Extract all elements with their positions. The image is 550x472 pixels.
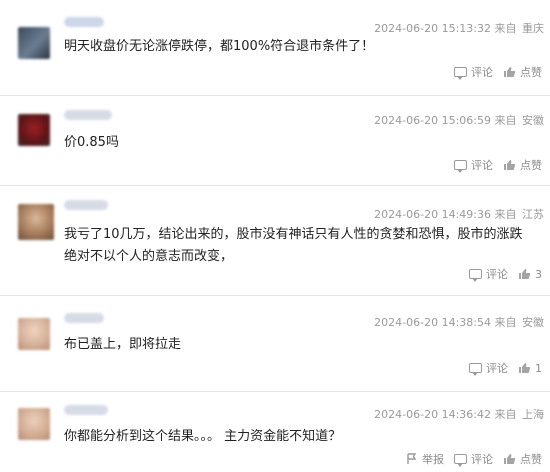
location: 江苏 <box>522 208 544 221</box>
comment-meta: 2024-06-20 14:38:54 来自 安徽 <box>374 314 544 330</box>
report-flag-icon <box>407 453 417 464</box>
comment-button[interactable]: 评论 <box>469 266 508 282</box>
avatar[interactable] <box>18 114 50 146</box>
comment-text: 明天收盘价无论涨停跌停，都100%符合退市条件了！ <box>64 39 375 54</box>
username[interactable] <box>64 200 108 210</box>
comment-item: 2024-06-20 15:13:32 来自 重庆 明天收盘价无论涨停跌停，都1… <box>0 0 550 96</box>
like-label: 点赞 <box>520 159 542 172</box>
comment-item: 2024-06-20 14:38:54 来自 安徽 布已盖上，即将拉走 评论 1 <box>0 296 550 392</box>
like-button[interactable]: 3 <box>518 268 542 281</box>
comment-actions: 评论 点赞 <box>454 64 542 80</box>
avatar[interactable] <box>18 27 50 59</box>
timestamp: 2024-06-20 14:49:36 <box>374 208 491 221</box>
comment-item: 2024-06-20 14:36:42 来自 上海 你都能分析到这个结果。。。 … <box>0 392 550 472</box>
like-button[interactable]: 点赞 <box>503 451 542 467</box>
username[interactable] <box>64 405 108 415</box>
username[interactable] <box>64 110 112 120</box>
timestamp: 2024-06-20 14:36:42 <box>374 408 491 421</box>
comment-bubble-icon <box>454 67 467 80</box>
location: 安徽 <box>522 316 544 329</box>
like-count: 1 <box>535 361 542 375</box>
thumbs-up-icon <box>504 454 516 464</box>
comment-meta: 2024-06-20 15:06:59 来自 安徽 <box>374 112 544 128</box>
comment-item: 2024-06-20 14:49:36 来自 江苏 我亏了10几万，结论出来的，… <box>0 186 550 296</box>
location: 安徽 <box>522 114 544 127</box>
source-label: 来自 <box>494 114 517 127</box>
comment-text: 价0.85吗 <box>64 135 119 150</box>
avatar[interactable] <box>18 204 54 240</box>
comment-bubble-icon <box>454 454 467 467</box>
avatar[interactable] <box>18 318 50 350</box>
location: 上海 <box>522 408 544 421</box>
comment-meta: 2024-06-20 14:36:42 来自 上海 <box>374 406 544 422</box>
source-label: 来自 <box>494 208 517 221</box>
timestamp: 2024-06-20 15:06:59 <box>374 114 491 127</box>
thumbs-up-icon <box>519 363 531 373</box>
comment-actions: 评论 3 <box>469 266 542 282</box>
comment-label: 评论 <box>471 66 493 79</box>
timestamp: 2024-06-20 14:38:54 <box>374 316 491 329</box>
comment-text: 布已盖上，即将拉走 <box>64 337 182 352</box>
comment-actions: 评论 点赞 <box>454 157 542 173</box>
like-label: 点赞 <box>520 66 542 79</box>
comment-bubble-icon <box>454 160 467 173</box>
comment-label: 评论 <box>471 159 493 172</box>
source-label: 来自 <box>494 316 517 329</box>
thumbs-up-icon <box>504 160 516 170</box>
thumbs-up-icon <box>519 269 531 279</box>
comment-button[interactable]: 评论 <box>454 157 493 173</box>
source-label: 来自 <box>494 408 517 421</box>
like-label: 点赞 <box>520 453 542 466</box>
comment-text: 你都能分析到这个结果。。。 主力资金能不知道？ <box>64 429 342 444</box>
like-count: 3 <box>535 267 542 281</box>
comment-actions: 举报 评论 点赞 <box>406 451 542 467</box>
like-button[interactable]: 1 <box>518 362 542 375</box>
comment-actions: 评论 1 <box>469 360 542 376</box>
timestamp: 2024-06-20 15:13:32 <box>374 22 491 35</box>
comment-bubble-icon <box>469 269 482 282</box>
username[interactable] <box>64 17 104 27</box>
source-label: 来自 <box>494 22 517 35</box>
comment-bubble-icon <box>469 363 482 376</box>
comment-button[interactable]: 评论 <box>469 360 508 376</box>
report-button[interactable]: 举报 <box>406 451 444 467</box>
comment-text: 我亏了10几万，结论出来的，股市没有神话只有人性的贪婪和恐惧，股市的涨跌绝对不以… <box>64 227 523 264</box>
comment-label: 评论 <box>486 362 508 375</box>
thumbs-up-icon <box>504 67 516 77</box>
report-label: 举报 <box>422 453 444 466</box>
like-button[interactable]: 点赞 <box>503 157 542 173</box>
comment-button[interactable]: 评论 <box>454 451 493 467</box>
comment-label: 评论 <box>486 268 508 281</box>
location: 重庆 <box>522 22 544 35</box>
comment-meta: 2024-06-20 15:13:32 来自 重庆 <box>374 20 544 36</box>
comment-button[interactable]: 评论 <box>454 64 493 80</box>
username[interactable] <box>64 313 104 323</box>
avatar[interactable] <box>18 408 50 440</box>
comment-label: 评论 <box>471 453 493 466</box>
like-button[interactable]: 点赞 <box>503 64 542 80</box>
comment-meta: 2024-06-20 14:49:36 来自 江苏 <box>374 206 544 222</box>
comment-item: 2024-06-20 15:06:59 来自 安徽 价0.85吗 评论 点赞 <box>0 96 550 186</box>
